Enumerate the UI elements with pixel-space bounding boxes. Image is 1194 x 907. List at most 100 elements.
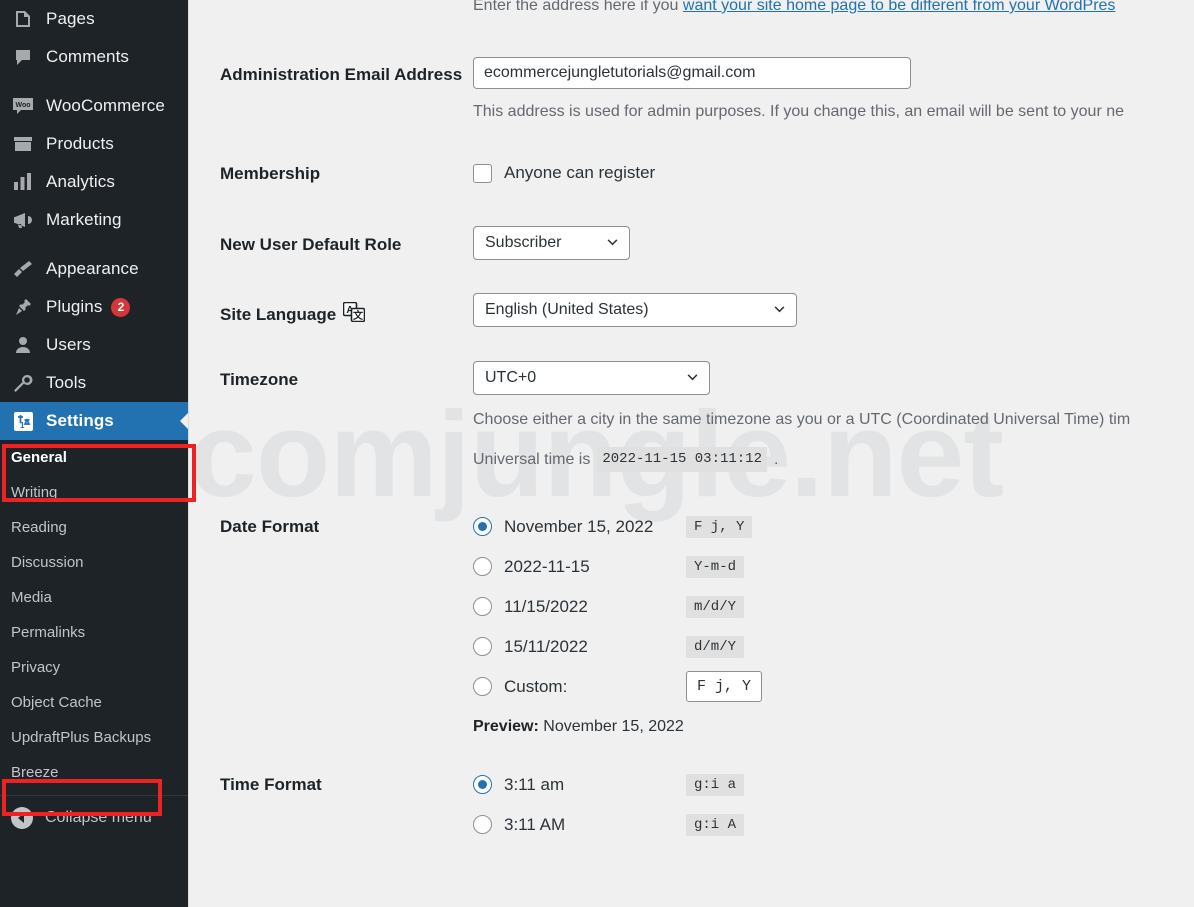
date-format-custom-option[interactable]: Custom: F j, Y <box>473 671 1194 702</box>
sidebar-subitem-object-cache[interactable]: Object Cache <box>0 685 188 720</box>
timezone-label: Timezone <box>220 370 299 389</box>
collapse-menu-label: Collapse menu <box>45 809 152 826</box>
row-timezone: Timezone UTC+0 Choose either a city in t… <box>195 361 1194 472</box>
date-format-radio-3[interactable] <box>473 637 492 656</box>
row-site-address-note: Enter the address here if you want your … <box>195 0 1194 24</box>
admin-email-input[interactable] <box>473 57 911 89</box>
plugins-icon <box>6 298 40 316</box>
row-admin-email: Administration Email Address This addres… <box>195 57 1194 124</box>
date-format-radio-1[interactable] <box>473 557 492 576</box>
sidebar-subitem-reading[interactable]: Reading <box>0 510 188 545</box>
sidebar-item-products[interactable]: Products <box>0 125 188 163</box>
time-format-radio-1[interactable] <box>473 815 492 834</box>
sidebar-subitem-updraftplus-backups[interactable]: UpdraftPlus Backups <box>0 720 188 755</box>
date-format-preview-label: Preview: <box>473 718 539 735</box>
date-format-option[interactable]: 11/15/2022 m/d/Y <box>473 594 1194 619</box>
sidebar-item-pages[interactable]: Pages <box>0 0 188 38</box>
anyone-can-register-label: Anyone can register <box>504 163 656 182</box>
row-time-format: Time Format 3:11 am g:i a 3:11 AM g:i A <box>195 772 1194 837</box>
timezone-description: Choose either a city in the same timezon… <box>473 411 1131 428</box>
membership-label: Membership <box>220 164 321 183</box>
date-format-code-3: d/m/Y <box>686 635 745 658</box>
membership-option[interactable]: Anyone can register <box>473 163 1194 183</box>
sidebar-item-label: Plugins <box>46 297 103 316</box>
site-language-label: Site Language <box>220 304 337 324</box>
site-address-note: Enter the address here if you want your … <box>473 0 1194 18</box>
translate-icon: A 文 <box>342 301 366 327</box>
new-user-role-value: Subscriber <box>485 234 562 251</box>
sidebar-item-plugins[interactable]: Plugins 2 <box>0 288 188 326</box>
sidebar-item-woocommerce[interactable]: Woo WooCommerce <box>0 87 188 125</box>
sidebar-item-settings[interactable]: 1 Settings <box>0 402 188 440</box>
new-user-role-label: New User Default Role <box>220 235 402 254</box>
date-format-custom-input[interactable]: F j, Y <box>686 671 763 702</box>
universal-time-value: 2022-11-15 03:11:12 <box>597 447 767 472</box>
sidebar-item-label: Analytics <box>46 172 115 191</box>
sidebar-divider <box>0 239 188 250</box>
admin-email-label: Administration Email Address <box>220 65 463 84</box>
site-address-note-link[interactable]: want your site home page to be different… <box>683 0 1116 14</box>
collapse-menu-button[interactable]: Collapse menu <box>0 796 188 840</box>
sidebar-subitem-permalinks[interactable]: Permalinks <box>0 615 188 650</box>
new-user-role-select[interactable]: Subscriber <box>473 226 630 260</box>
sidebar-item-comments[interactable]: Comments <box>0 38 188 76</box>
anyone-can-register-checkbox[interactable] <box>473 163 492 183</box>
products-icon <box>6 135 40 153</box>
timezone-select[interactable]: UTC+0 <box>473 361 710 395</box>
sidebar-subitem-privacy[interactable]: Privacy <box>0 650 188 685</box>
chevron-down-icon <box>774 306 785 313</box>
site-language-value: English (United States) <box>485 301 649 318</box>
sidebar-item-label: Comments <box>46 47 129 66</box>
time-format-label: Time Format <box>220 775 322 794</box>
sidebar-subitem-general[interactable]: General <box>0 440 188 475</box>
date-format-option[interactable]: 2022-11-15 Y-m-d <box>473 554 1194 579</box>
date-format-radio-0[interactable] <box>473 517 492 536</box>
date-format-display-0: November 15, 2022 <box>504 516 654 536</box>
date-format-radio-custom[interactable] <box>473 677 492 696</box>
date-format-option[interactable]: 15/11/2022 d/m/Y <box>473 634 1194 659</box>
settings-form: Enter the address here if you want your … <box>195 0 1194 837</box>
site-language-select[interactable]: English (United States) <box>473 293 797 327</box>
svg-text:文: 文 <box>353 309 364 322</box>
sidebar-item-appearance[interactable]: Appearance <box>0 250 188 288</box>
row-membership: Membership Anyone can register <box>195 163 1194 184</box>
sidebar-subitem-media[interactable]: Media <box>0 580 188 615</box>
date-format-radio-2[interactable] <box>473 597 492 616</box>
sidebar-subitem-discussion[interactable]: Discussion <box>0 545 188 580</box>
woocommerce-icon: Woo <box>6 97 40 116</box>
time-format-option[interactable]: 3:11 am g:i a <box>473 772 1194 797</box>
users-icon <box>6 336 40 354</box>
sidebar-item-users[interactable]: Users <box>0 326 188 364</box>
time-format-display-1: 3:11 AM <box>504 814 566 834</box>
time-format-display-0: 3:11 am <box>504 774 565 794</box>
pages-icon <box>6 9 40 29</box>
row-date-format: Date Format November 15, 2022 F j, Y 202… <box>195 514 1194 736</box>
sidebar-item-analytics[interactable]: Analytics <box>0 163 188 201</box>
time-format-radio-0[interactable] <box>473 775 492 794</box>
wordpress-admin-screen: Pages Comments Woo WooCommerce Products <box>0 0 1194 907</box>
sidebar-item-label: Pages <box>46 9 95 28</box>
site-address-note-prefix: Enter the address here if you <box>473 0 683 14</box>
settings-submenu: General Writing Reading Discussion Media… <box>0 440 188 790</box>
appearance-icon <box>6 260 40 278</box>
tools-icon <box>6 374 40 392</box>
analytics-icon <box>6 173 40 191</box>
sidebar-scroll-rail[interactable] <box>188 0 195 907</box>
date-format-display-1: 2022-11-15 <box>504 556 590 576</box>
sidebar-item-tools[interactable]: Tools <box>0 364 188 402</box>
plugins-update-badge: 2 <box>111 297 131 317</box>
sidebar-item-label: Tools <box>46 373 87 392</box>
time-format-code-0: g:i a <box>686 773 745 796</box>
admin-sidebar: Pages Comments Woo WooCommerce Products <box>0 0 188 907</box>
universal-time-prefix: Universal time is <box>473 450 591 468</box>
time-format-option[interactable]: 3:11 AM g:i A <box>473 812 1194 837</box>
sidebar-item-marketing[interactable]: Marketing <box>0 201 188 239</box>
timezone-value: UTC+0 <box>485 369 537 386</box>
settings-icon: 1 <box>6 411 40 431</box>
date-format-display-2: 11/15/2022 <box>504 596 588 616</box>
sidebar-subitem-writing[interactable]: Writing <box>0 475 188 510</box>
row-site-language: Site Language A 文 English (United States… <box>195 293 1194 327</box>
sidebar-subitem-breeze[interactable]: Breeze <box>0 755 188 790</box>
date-format-option[interactable]: November 15, 2022 F j, Y <box>473 514 1194 539</box>
date-format-code-2: m/d/Y <box>686 595 745 618</box>
